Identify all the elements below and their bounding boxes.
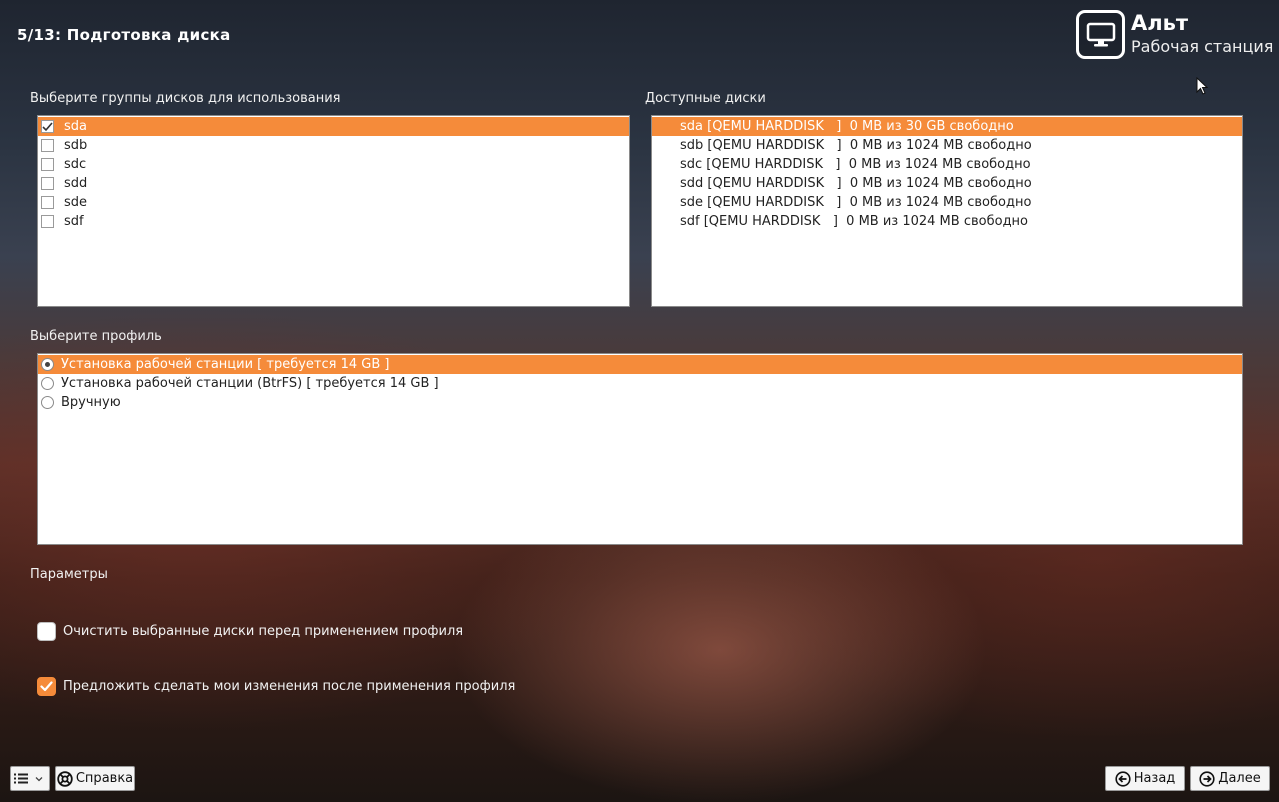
available-disk-item[interactable]: sdf [QEMU HARDDISK ] 0 MB из 1024 MB сво… — [652, 212, 1242, 231]
back-label: Назад — [1133, 771, 1176, 786]
brand-subtitle: Рабочая станция — [1131, 37, 1274, 56]
disk-group-checkbox[interactable] — [41, 177, 54, 190]
list-icon — [14, 773, 28, 784]
brand-logo: Альт Рабочая станция — [1076, 10, 1273, 59]
disk-group-label: sda — [64, 119, 87, 134]
disk-group-item[interactable]: sdf — [38, 212, 629, 231]
profile-item[interactable]: Вручную — [38, 393, 1242, 412]
disk-group-checkbox[interactable] — [41, 139, 54, 152]
disk-group-label: sdc — [64, 157, 87, 172]
disk-group-checkbox[interactable] — [41, 158, 54, 171]
available-disk-item[interactable]: sdd [QEMU HARDDISK ] 0 MB из 1024 MB сво… — [652, 174, 1242, 193]
profile-item[interactable]: Установка рабочей станции (BtrFS) [ треб… — [38, 374, 1242, 393]
disk-group-checkbox[interactable] — [41, 196, 54, 209]
page-title: 5/13: Подготовка диска — [17, 26, 231, 44]
disk-group-item[interactable]: sdc — [38, 155, 629, 174]
profile-label: Установка рабочей станции (BtrFS) [ треб… — [61, 376, 439, 391]
brand-name: Альт — [1131, 11, 1189, 35]
help-button[interactable]: Справка — [55, 766, 135, 791]
clear-disks-option[interactable]: Очистить выбранные диски перед применени… — [37, 622, 463, 641]
disk-groups-list[interactable]: sda sdb sdc sdd sde sdf — [37, 115, 630, 307]
disk-group-item[interactable]: sdd — [38, 174, 629, 193]
disk-group-item[interactable]: sda — [38, 117, 629, 136]
available-disk-item[interactable]: sde [QEMU HARDDISK ] 0 MB из 1024 MB сво… — [652, 193, 1242, 212]
disk-group-checkbox[interactable] — [41, 120, 54, 133]
disk-group-checkbox[interactable] — [41, 215, 54, 228]
monitor-icon — [1076, 10, 1125, 59]
profile-list[interactable]: Установка рабочей станции [ требуется 14… — [37, 353, 1243, 545]
suggest-changes-option[interactable]: Предложить сделать мои изменения после п… — [37, 677, 515, 696]
disk-group-label: sde — [64, 195, 88, 210]
profile-radio[interactable] — [41, 358, 54, 371]
disk-group-label: sdb — [64, 138, 88, 153]
profile-item[interactable]: Установка рабочей станции [ требуется 14… — [38, 355, 1242, 374]
profile-radio[interactable] — [41, 377, 54, 390]
chevron-down-icon — [35, 776, 43, 781]
check-icon — [40, 681, 53, 692]
available-disk-item[interactable]: sdc [QEMU HARDDISK ] 0 MB из 1024 MB сво… — [652, 155, 1242, 174]
available-disks-label: Доступные диски — [645, 91, 766, 106]
suggest-changes-label: Предложить сделать мои изменения после п… — [63, 679, 516, 694]
arrow-left-icon — [1115, 770, 1131, 787]
help-label: Справка — [75, 771, 134, 786]
next-label: Далее — [1218, 771, 1261, 786]
disk-group-label: sdd — [64, 176, 88, 191]
check-icon — [42, 121, 53, 131]
menu-button[interactable] — [10, 766, 50, 791]
available-disk-item[interactable]: sdb [QEMU HARDDISK ] 0 MB из 1024 MB сво… — [652, 136, 1242, 155]
disk-groups-label: Выберите группы дисков для использования — [30, 91, 341, 106]
next-button[interactable]: Далее — [1190, 766, 1270, 791]
profile-radio[interactable] — [41, 396, 54, 409]
parameters-label: Параметры — [30, 567, 108, 582]
profile-label: Установка рабочей станции [ требуется 14… — [61, 357, 390, 372]
disk-group-item[interactable]: sde — [38, 193, 629, 212]
profile-label: Выберите профиль — [30, 329, 162, 344]
disk-group-label: sdf — [64, 214, 84, 229]
back-button[interactable]: Назад — [1105, 766, 1185, 791]
clear-disks-label: Очистить выбранные диски перед применени… — [63, 624, 464, 639]
disk-group-item[interactable]: sdb — [38, 136, 629, 155]
available-disk-item[interactable]: sda [QEMU HARDDISK ] 0 MB из 30 GB свобо… — [652, 117, 1242, 136]
suggest-changes-checkbox[interactable] — [37, 677, 56, 696]
help-lifebuoy-icon — [57, 770, 73, 787]
mouse-cursor-icon — [1196, 76, 1209, 99]
available-disks-list[interactable]: sda [QEMU HARDDISK ] 0 MB из 30 GB свобо… — [651, 115, 1243, 307]
clear-disks-checkbox[interactable] — [37, 622, 56, 641]
profile-label: Вручную — [61, 395, 121, 410]
arrow-right-icon — [1199, 770, 1215, 787]
